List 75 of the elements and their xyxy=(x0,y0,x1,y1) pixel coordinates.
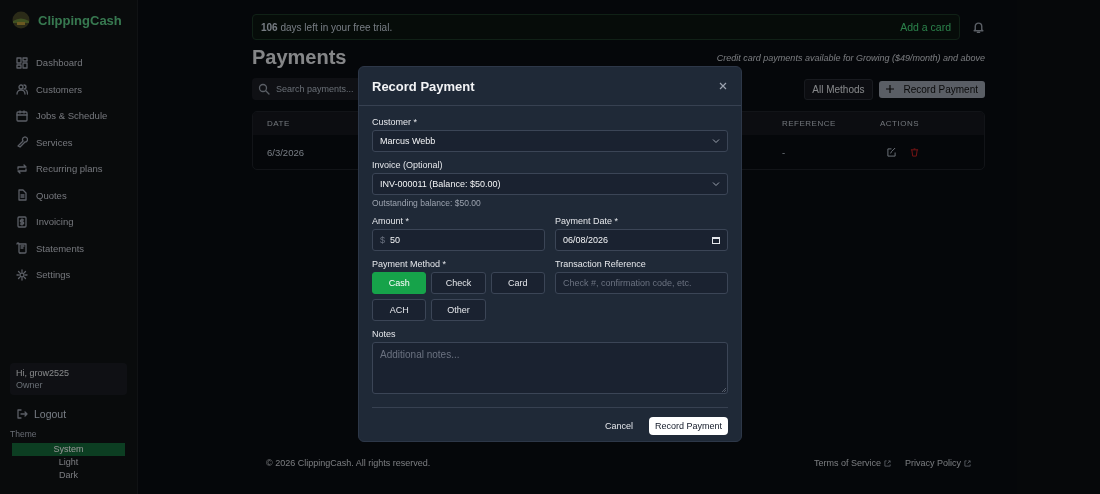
calendar-icon xyxy=(16,109,28,122)
method-filter[interactable]: All Methods xyxy=(804,78,873,100)
sidebar-item[interactable]: Jobs & Schedule xyxy=(10,105,127,127)
method-option[interactable]: Cash xyxy=(372,272,427,294)
field-label: Payment Method * xyxy=(372,259,448,269)
method-option[interactable]: Card xyxy=(490,272,545,294)
edit-icon[interactable] xyxy=(887,147,896,157)
user-greeting: Hi, grow2525 xyxy=(16,367,71,379)
column-header: REFERENCE xyxy=(782,119,836,128)
field-label: Transaction Reference xyxy=(555,259,647,269)
table-cell: 6/3/2026 xyxy=(267,146,304,158)
copyright-text: © 2026 ClippingCash. All rights reserved. xyxy=(266,458,431,468)
brand-name: ClippingCash xyxy=(38,12,122,28)
calendar-icon xyxy=(712,236,720,244)
sidebar-item[interactable]: Invoicing xyxy=(10,211,127,233)
resize-grip-icon xyxy=(721,387,726,392)
page-title: Payments xyxy=(252,46,347,69)
plus-icon xyxy=(885,85,894,93)
field-label: Invoice (Optional) xyxy=(372,160,444,170)
field-label: Payment Date * xyxy=(555,216,620,226)
footer-link[interactable]: Privacy Policy xyxy=(905,458,971,468)
date-field[interactable]: 06/08/2026 xyxy=(555,229,728,251)
sidebar-item[interactable]: Settings xyxy=(10,264,127,286)
field-label: Notes xyxy=(372,329,397,339)
search-icon xyxy=(258,83,270,95)
method-option[interactable]: ACH xyxy=(372,299,427,321)
scroll-icon xyxy=(16,242,28,255)
method-option[interactable]: Other xyxy=(431,299,486,321)
user-role: Owner xyxy=(16,379,44,391)
close-icon xyxy=(718,81,728,91)
reference-field[interactable]: Check #, confirmation code, etc. xyxy=(555,272,728,294)
sidebar-item[interactable]: Dashboard xyxy=(10,52,127,74)
sidebar-item[interactable]: Statements xyxy=(10,237,127,259)
column-header: ACTIONS xyxy=(880,119,920,128)
document-icon xyxy=(16,189,28,202)
sidebar-item[interactable]: Recurring plans xyxy=(10,158,127,180)
gear-icon xyxy=(16,268,28,281)
external-link-icon xyxy=(884,459,891,467)
notes-field[interactable]: Additional notes... xyxy=(372,342,728,394)
wrench-icon xyxy=(16,136,28,149)
theme-option[interactable]: Light xyxy=(12,456,125,469)
trial-text: 106 days left in your free trial. xyxy=(261,21,393,33)
method-option[interactable]: Check xyxy=(431,272,486,294)
column-header: DATE xyxy=(267,119,290,128)
chevron-down-icon xyxy=(712,137,720,145)
customer-select[interactable]: Marcus Webb xyxy=(372,130,728,152)
repeat-icon xyxy=(16,162,28,175)
invoice-select[interactable]: INV-000011 (Balance: $50.00) xyxy=(372,173,728,195)
chevron-down-icon xyxy=(712,180,720,188)
logout-link[interactable]: Logout xyxy=(10,405,127,423)
balance-hint: Outstanding balance: $50.00 xyxy=(372,198,482,208)
theme-option[interactable]: Dark xyxy=(12,469,125,482)
field-label: Amount * xyxy=(372,216,411,226)
submit-button[interactable]: Record Payment xyxy=(648,417,728,435)
theme-label: Theme xyxy=(10,429,38,439)
cancel-button[interactable]: Cancel xyxy=(598,417,639,435)
dollar-icon xyxy=(16,215,28,228)
logout-icon xyxy=(16,408,28,420)
plan-note: Credit card payments available for Growing ($49/month) and above xyxy=(716,53,985,63)
grid-icon xyxy=(16,56,28,69)
record-payment-button[interactable]: Record Payment xyxy=(878,80,985,98)
theme-option[interactable]: System xyxy=(12,443,125,456)
add-card-link[interactable]: Add a card xyxy=(900,21,951,33)
amount-field[interactable]: $ 50 xyxy=(372,229,545,251)
sidebar-item[interactable]: Services xyxy=(10,131,127,153)
bell-icon[interactable] xyxy=(972,20,985,34)
field-label: Customer * xyxy=(372,117,418,127)
people-icon xyxy=(16,83,28,96)
sidebar-item[interactable]: Customers xyxy=(10,78,127,100)
sidebar-item[interactable]: Quotes xyxy=(10,184,127,206)
external-link-icon xyxy=(964,459,971,467)
footer-link[interactable]: Terms of Service xyxy=(813,458,891,468)
close-button[interactable] xyxy=(718,81,728,91)
table-cell: - xyxy=(782,146,786,158)
logo-icon xyxy=(12,11,30,29)
